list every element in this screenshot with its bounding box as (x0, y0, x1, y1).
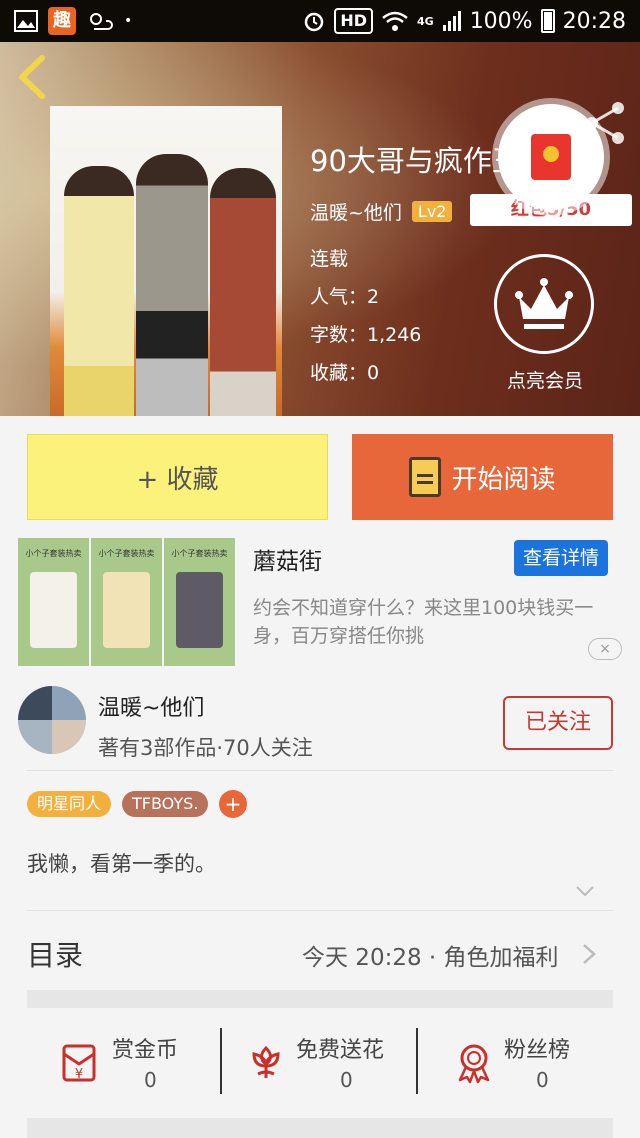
gallery-icon (14, 10, 38, 32)
ad-images[interactable]: 小个子套装热卖 小个子套装热卖 小个子套装热卖 (18, 538, 235, 666)
author-row[interactable]: 温暖~他们 Lv2 (310, 198, 453, 225)
reward-coin-icon: ¥ (62, 1044, 96, 1082)
book-cover[interactable] (50, 106, 282, 416)
collect-button[interactable]: + 收藏 (27, 434, 328, 520)
popularity: 人气：2 (310, 286, 380, 308)
ad-detail-button[interactable]: 查看详情 (514, 540, 608, 576)
author-card-info: 著有3部作品·70人关注 (98, 736, 313, 760)
book-header: 90大哥与疯作王 温暖~他们 Lv2 红包5/50 连载 人气：2 字数：1,2… (0, 42, 640, 416)
svg-text:¥: ¥ (75, 1067, 83, 1082)
avatar-quadrant (52, 720, 86, 754)
favorite-count: 收藏：0 (310, 362, 380, 384)
ad-image[interactable]: 小个子套装热卖 (91, 538, 162, 666)
ad-image-clothes (30, 572, 77, 648)
section-separator (27, 990, 613, 1008)
cover-figure-right (210, 168, 276, 416)
word-count: 字数：1,246 (310, 324, 422, 346)
avatar-quadrant (52, 686, 86, 720)
stat-divider (220, 1028, 222, 1094)
crown-icon (515, 278, 573, 329)
dot-icon: • (124, 13, 133, 29)
catalog-update[interactable]: 今天 20:28 · 角色加福利 (302, 938, 559, 972)
app-notification-icon: 趣 (48, 7, 76, 35)
tag-tfboys[interactable]: TFBOYS. (122, 791, 209, 817)
catalog-label[interactable]: 目录 (27, 934, 83, 974)
fan-ranking-label: 粉丝榜 (504, 1038, 571, 1063)
free-flower-stat[interactable]: 免费送花 0 (244, 1028, 414, 1098)
battery-icon (540, 9, 555, 33)
free-flower-label: 免费送花 (296, 1038, 385, 1063)
fan-ranking-icon (458, 1044, 490, 1084)
section-separator (27, 1118, 613, 1138)
divider (27, 770, 613, 771)
reward-coin-stat[interactable]: ¥ 赏金币 0 (58, 1028, 208, 1098)
alarm-icon (305, 12, 324, 32)
avatar-quadrant (18, 686, 52, 720)
red-packet-float-button[interactable] (498, 104, 604, 210)
chevron-left-icon (19, 55, 45, 99)
ad-image-clothes (103, 572, 150, 648)
fan-ranking-stat[interactable]: 粉丝榜 0 (452, 1028, 592, 1098)
vip-button[interactable] (494, 254, 594, 354)
flower-icon (252, 1045, 280, 1078)
reward-coin-label: 赏金币 (112, 1038, 179, 1063)
avatar[interactable] (18, 686, 86, 754)
level-badge: Lv2 (411, 201, 453, 222)
author-name[interactable]: 温暖~他们 (310, 198, 402, 225)
serial-status: 连载 (310, 248, 349, 270)
author-card-name[interactable]: 温暖~他们 (98, 690, 204, 722)
ad-image[interactable]: 小个子套装热卖 (164, 538, 235, 666)
tag-star-fanfic[interactable]: 明星同人 (27, 791, 112, 817)
ad-close-button[interactable]: × (588, 638, 622, 660)
book-icon (409, 457, 442, 497)
wifi-icon (382, 11, 408, 31)
stat-divider (416, 1028, 418, 1094)
reward-coin-value: 0 (144, 1068, 157, 1092)
ad-image-caption: 小个子套装热卖 (171, 549, 228, 558)
weather-icon (90, 13, 113, 30)
chevron-right-icon[interactable] (580, 942, 598, 966)
chevron-down-icon[interactable] (574, 880, 596, 902)
start-reading-label: 开始阅读 (451, 464, 556, 495)
cover-figure-left (64, 166, 134, 416)
divider (27, 910, 613, 911)
add-tag-button[interactable]: + (219, 790, 247, 818)
signal-icon (442, 11, 461, 31)
cover-figure-middle (136, 154, 208, 416)
status-bar: 趣 • HD 4G 100% 20:28 (0, 0, 640, 42)
avatar-quadrant (18, 720, 52, 754)
red-envelope-icon (531, 134, 571, 180)
follow-button[interactable]: 已关注 (503, 696, 613, 750)
fan-ranking-value: 0 (536, 1068, 549, 1092)
ad-image[interactable]: 小个子套装热卖 (18, 538, 89, 666)
clock: 20:28 (562, 8, 626, 34)
vip-label: 点亮会员 (506, 370, 583, 392)
ad-description[interactable]: 约会不知道穿什么？来这里100块钱买一身，百万穿搭任你挑 (253, 594, 623, 650)
ad-image-caption: 小个子套装热卖 (25, 549, 82, 558)
battery-percent: 100% (469, 8, 533, 34)
hd-badge: HD (334, 8, 373, 34)
ad-image-caption: 小个子套装热卖 (98, 549, 155, 558)
start-reading-button[interactable]: 开始阅读 (352, 434, 613, 520)
ad-image-clothes (176, 572, 223, 648)
book-intro: 我懒，看第一季的。 (27, 852, 216, 876)
back-button[interactable] (14, 54, 54, 100)
network-label: 4G (417, 14, 434, 28)
ad-title[interactable]: 蘑菇街 (253, 542, 322, 576)
free-flower-value: 0 (340, 1068, 353, 1092)
